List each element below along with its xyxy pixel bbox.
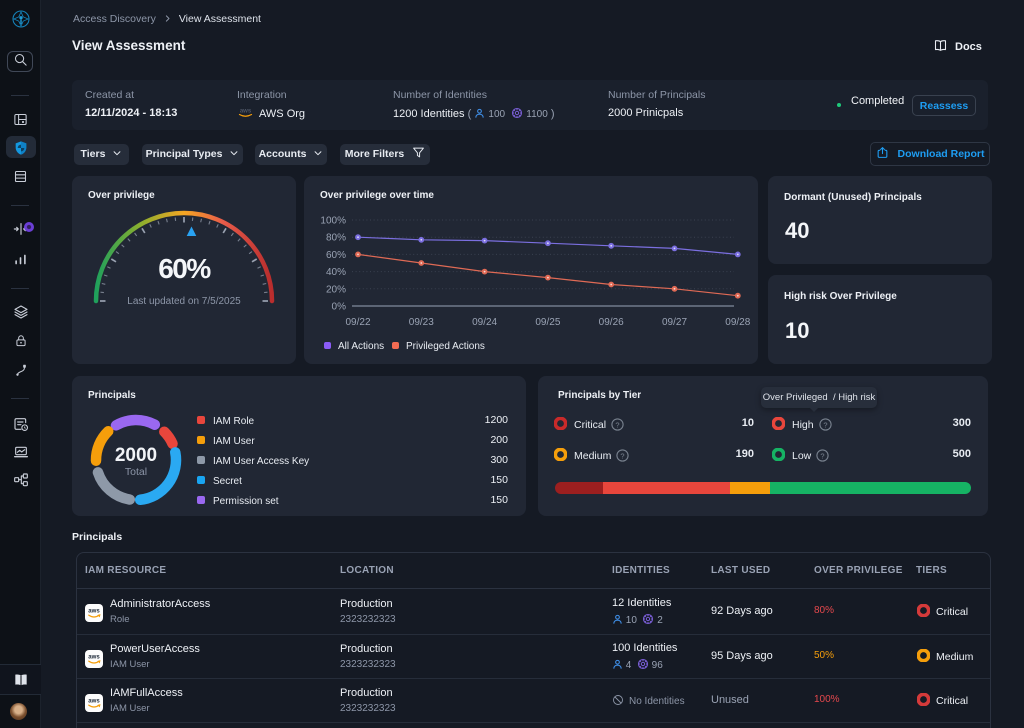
svg-text:80%: 80% xyxy=(326,233,346,244)
svg-text:09/23: 09/23 xyxy=(409,317,434,328)
svg-text:09/25: 09/25 xyxy=(535,317,560,328)
svg-text:09/22: 09/22 xyxy=(345,317,370,328)
svg-text:20%: 20% xyxy=(326,284,346,295)
svg-text:?: ? xyxy=(616,420,620,429)
svg-text:0%: 0% xyxy=(332,302,347,313)
svg-text:09/28: 09/28 xyxy=(725,317,750,328)
svg-text:40%: 40% xyxy=(326,267,346,278)
svg-text:aws: aws xyxy=(88,607,100,614)
svg-text:100%: 100% xyxy=(320,216,346,227)
svg-text:60%: 60% xyxy=(326,250,346,261)
svg-text:aws: aws xyxy=(88,697,100,704)
svg-text:Total: Total xyxy=(125,466,147,478)
svg-text:aws: aws xyxy=(88,653,100,660)
svg-text:?: ? xyxy=(821,451,825,460)
svg-text:09/26: 09/26 xyxy=(599,317,624,328)
svg-text:?: ? xyxy=(621,451,625,460)
svg-text:aws: aws xyxy=(240,109,252,115)
svg-text:09/27: 09/27 xyxy=(662,317,687,328)
svg-text:2000: 2000 xyxy=(115,445,157,466)
svg-text:09/24: 09/24 xyxy=(472,317,497,328)
svg-text:?: ? xyxy=(823,420,827,429)
